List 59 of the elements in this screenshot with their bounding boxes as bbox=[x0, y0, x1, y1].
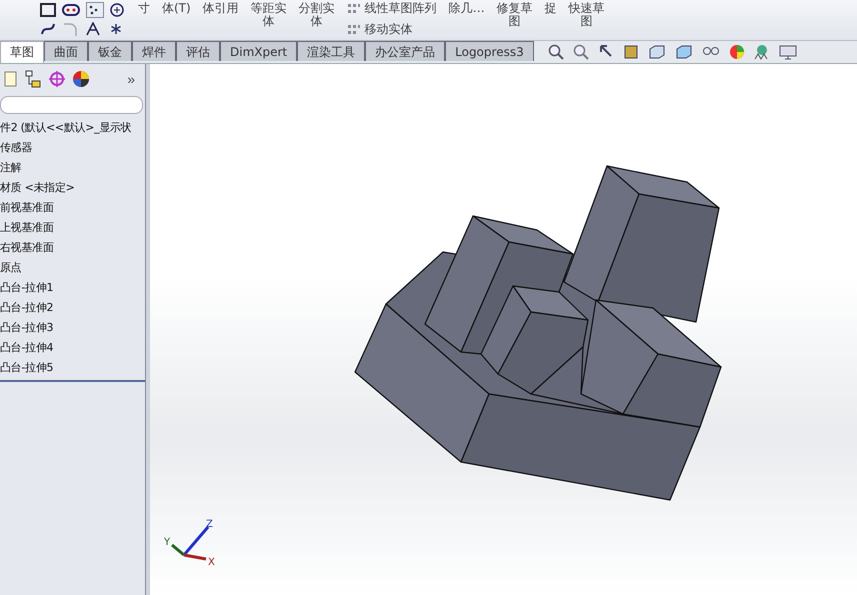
cube-icon[interactable] bbox=[674, 44, 693, 60]
color-ball-icon[interactable] bbox=[72, 70, 90, 88]
toolbar-button[interactable]: 修复草 图 bbox=[490, 2, 539, 28]
tree-item[interactable]: 凸台-拉伸1 bbox=[0, 278, 145, 298]
tree-item[interactable]: 件2 (默认<<默认>_显示状 bbox=[0, 118, 145, 138]
glasses-icon[interactable] bbox=[702, 44, 720, 56]
text-icon[interactable] bbox=[86, 22, 100, 36]
color-ball-icon[interactable] bbox=[728, 44, 745, 60]
points-icon[interactable] bbox=[86, 2, 104, 18]
expand-button[interactable]: » bbox=[121, 70, 141, 88]
toolbar-button[interactable]: 移动实体 bbox=[346, 21, 437, 38]
filter-field[interactable] bbox=[0, 96, 143, 114]
toolbar-button[interactable]: 等距实 体 bbox=[244, 2, 293, 28]
tree-item[interactable]: 前视基准面 bbox=[0, 198, 145, 218]
monitor-icon[interactable] bbox=[778, 44, 797, 60]
tab[interactable]: Logopress3 bbox=[445, 41, 534, 61]
tree-icon[interactable] bbox=[24, 70, 42, 88]
toolbar-button[interactable]: 体(T) bbox=[156, 2, 197, 15]
toolbar-button[interactable]: 体引用 bbox=[196, 2, 245, 15]
tab[interactable]: 渲染工具 bbox=[297, 41, 366, 61]
toolbar-button[interactable]: 捉 bbox=[538, 2, 563, 15]
grid-icon bbox=[346, 24, 361, 36]
toolbar-button[interactable]: 寸 bbox=[132, 2, 156, 15]
toolbar-button[interactable]: 快速草 图 bbox=[562, 2, 611, 28]
tree-item[interactable]: 传感器 bbox=[0, 138, 145, 158]
tab[interactable]: 评估 bbox=[176, 41, 220, 61]
tree-item[interactable]: 注解 bbox=[0, 158, 145, 178]
tree-item[interactable]: 凸台-拉伸4 bbox=[0, 338, 145, 358]
rectangle-icon[interactable] bbox=[40, 3, 56, 17]
tab[interactable]: 焊件 bbox=[132, 41, 176, 61]
toolbar-button[interactable]: 分割实 体 bbox=[292, 2, 341, 28]
tree-item[interactable]: 凸台-拉伸2 bbox=[0, 298, 145, 318]
tab[interactable]: DimXpert bbox=[220, 41, 298, 61]
section-view-icon[interactable] bbox=[622, 44, 639, 60]
polygon-icon[interactable] bbox=[110, 3, 124, 17]
tree-item[interactable]: 右视基准面 bbox=[0, 238, 145, 258]
zoom-icon[interactable] bbox=[548, 44, 564, 60]
tab[interactable]: 钣金 bbox=[88, 41, 132, 61]
tree-item[interactable]: 原点 bbox=[0, 258, 145, 278]
tree-item[interactable]: 凸台-拉伸5 bbox=[0, 358, 145, 378]
document-icon[interactable] bbox=[4, 70, 18, 88]
scene-icon[interactable] bbox=[754, 44, 770, 60]
zoom-icon[interactable] bbox=[572, 44, 589, 60]
panel-collapse-handle[interactable] bbox=[145, 64, 150, 595]
tree-item[interactable]: 材质 <未指定> bbox=[0, 178, 145, 198]
tab[interactable]: 办公室产品 bbox=[365, 41, 446, 61]
tab[interactable]: 曲面 bbox=[44, 41, 88, 61]
cube-icon[interactable] bbox=[648, 44, 666, 60]
spline-icon[interactable] bbox=[40, 22, 56, 36]
crosshair-icon[interactable] bbox=[48, 70, 66, 88]
grid-icon bbox=[346, 2, 361, 14]
tree-item[interactable]: 上视基准面 bbox=[0, 218, 145, 238]
slot-icon[interactable] bbox=[62, 4, 80, 16]
tab[interactable]: 草图 bbox=[0, 41, 44, 63]
tree-item[interactable]: 凸台-拉伸3 bbox=[0, 318, 145, 338]
toolbar-button[interactable]: 除几… bbox=[442, 2, 491, 15]
axis-triad-drawing: Z Y X bbox=[162, 519, 224, 567]
toolbar-button[interactable]: 线性草图阵列 bbox=[346, 0, 437, 17]
asterisk-icon[interactable] bbox=[110, 23, 122, 35]
